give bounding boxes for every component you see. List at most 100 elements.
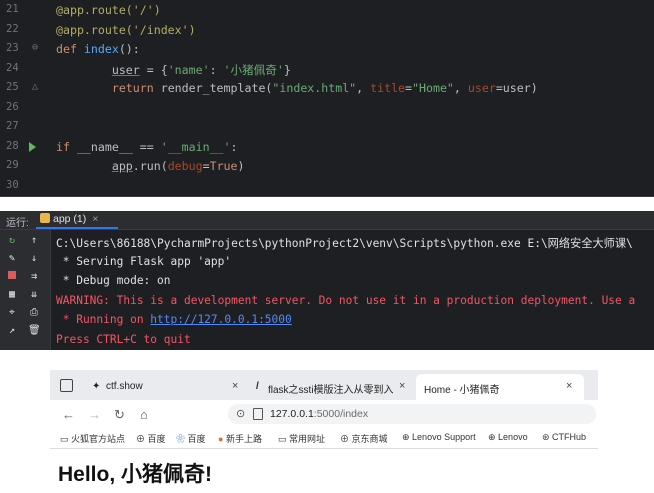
layout-icon[interactable]: ▦ (6, 289, 18, 301)
close-tab-icon[interactable]: × (232, 380, 238, 392)
code-line[interactable]: 27 (0, 118, 654, 138)
bookmark-item[interactable]: ⊕ Lenovo (488, 432, 528, 443)
bookmarks-bar: ▭ 火狐官方站点 ⊕ 百度 ❀ 百度 ● 新手上路 ▭ 常用网址 ⊕ 京东商城 … (50, 428, 598, 449)
console-text: WARNING: This is a development server. D… (56, 293, 636, 307)
console-line: * Debug mode: on (56, 274, 171, 287)
code-editor[interactable]: 21 @app.route('/') 22 @app.route('/index') 2… (0, 0, 654, 197)
bookmark-item[interactable]: ⊕ 百度 (136, 432, 166, 445)
code-text: user = {'name': '小猪佩奇'} (56, 62, 291, 78)
code-token: = (405, 81, 413, 95)
rerun-icon[interactable]: ↻ (6, 235, 18, 247)
code-token: 'name' (167, 62, 210, 77)
close-tab-icon[interactable]: × (566, 380, 572, 392)
ctfshow-favicon-icon: ✦ (92, 381, 101, 392)
code-line[interactable]: 28 if __name__ == '__main__': (0, 138, 654, 158)
code-token: index (83, 42, 119, 56)
scroll-down-icon[interactable]: ↓ (28, 253, 40, 265)
print-icon[interactable]: ⎙ (28, 307, 40, 319)
run-tab-close-icon[interactable]: × (92, 213, 98, 225)
line-number: 23 (6, 42, 19, 54)
browser-tab-flask-ssti[interactable]: / flask之ssti模版注入从零到入门 × (250, 374, 410, 400)
bookmark-item[interactable]: ⊛ CTFHub (542, 432, 586, 443)
line-number: 24 (6, 61, 19, 74)
code-token: return (111, 81, 161, 95)
page-heading: Hello, 小猪佩奇! (58, 463, 213, 486)
home-icon[interactable]: ⌂ (140, 407, 148, 422)
url-text[interactable]: 127.0.0.1:5000/index (270, 408, 368, 420)
code-token: "index.html" (272, 81, 357, 95)
code-token: if (56, 139, 77, 154)
code-line[interactable]: 26 (0, 99, 654, 119)
code-text: app.run(debug=True) (56, 159, 245, 173)
run-tab-app[interactable]: app (1) × (40, 213, 98, 225)
server-url-link[interactable]: http://127.0.0.1:5000 (150, 313, 291, 326)
page-content: Hello, 小猪佩奇! (50, 449, 598, 493)
code-token: .run( (132, 159, 168, 173)
code-token: user (467, 81, 496, 95)
tab-title: flask之ssti模版注入从零到入门 (268, 385, 394, 396)
code-token: '小猪佩奇' (223, 62, 284, 77)
reload-icon[interactable]: ↻ (114, 407, 125, 423)
line-number: 30 (6, 178, 19, 191)
code-token: app (111, 159, 133, 173)
code-token: : (230, 139, 238, 154)
editor-divider (0, 196, 654, 197)
trash-icon[interactable]: 🗑 (28, 325, 41, 337)
code-token: = (202, 159, 210, 173)
pin-icon[interactable]: ⌖ (6, 307, 18, 319)
code-text: @app.route('/') (56, 3, 161, 17)
code-token: : (209, 62, 224, 77)
soft-wrap-icon[interactable]: ⇉ (28, 271, 40, 283)
code-token: user (111, 62, 140, 77)
stop-icon[interactable] (6, 271, 18, 283)
code-token: '__main__' (160, 139, 231, 154)
code-token: def (56, 42, 84, 56)
url-host: 127.0.0.1 (270, 408, 314, 420)
bookmark-item[interactable]: ▭ 火狐官方站点 (60, 432, 125, 445)
wrench-icon[interactable]: ✎ (6, 253, 18, 265)
code-token: } (283, 62, 291, 77)
close-tab-icon[interactable]: × (399, 380, 405, 392)
line-number: 22 (6, 22, 19, 35)
code-line[interactable]: 23 ⊖ def index(): (0, 40, 654, 60)
pin-tab-icon[interactable]: ↗ (6, 325, 18, 337)
code-token: __name__ == (76, 139, 161, 154)
back-icon[interactable]: ← (62, 407, 75, 422)
code-text: def index(): (56, 42, 140, 56)
bookmark-item[interactable]: ❀ 百度 (176, 432, 206, 445)
console-text: * Serving Flask app 'app' (56, 254, 232, 268)
run-panel-header: 运行: app (1) × (0, 211, 654, 230)
code-text: if __name__ == '__main__': (56, 140, 238, 154)
browser-tab-home[interactable]: Home - 小猪佩奇 × (416, 374, 584, 400)
browser-tab-ctfshow[interactable]: ✦ ctf.show × (86, 374, 244, 400)
run-gutter-icon[interactable] (29, 141, 36, 152)
bookmark-label: Lenovo (498, 432, 528, 442)
bookmark-item[interactable]: ⊕ Lenovo Support (402, 432, 476, 443)
code-line[interactable]: 22 @app.route('/index') (0, 21, 654, 41)
bookmark-item[interactable]: ● 新手上路 (218, 432, 262, 445)
site-info-icon[interactable]: ⊙ (236, 407, 245, 420)
line-number: 21 (6, 3, 19, 15)
bookmark-item[interactable]: ⊕ 京东商城 (340, 432, 388, 445)
scroll-up-icon[interactable]: ↑ (28, 235, 40, 247)
tab-title: ctf.show (106, 381, 143, 392)
forward-icon[interactable]: → (88, 407, 101, 422)
fold-icon[interactable]: △ (28, 81, 42, 92)
line-number: 29 (6, 159, 19, 171)
code-line[interactable]: 30 (0, 177, 654, 197)
tab-overview-icon[interactable] (60, 379, 73, 392)
code-line[interactable]: 24 user = {'name': '小猪佩奇'} (0, 60, 654, 80)
console-scrollbar[interactable] (640, 230, 654, 350)
code-line[interactable]: 25 △ return render_template("index.html",… (0, 79, 654, 99)
address-bar[interactable]: ⊙ 127.0.0.1:5000/index (228, 404, 596, 424)
fold-icon[interactable]: ⊖ (28, 42, 42, 53)
console-line: Press CTRL+C to quit (56, 333, 191, 346)
code-line[interactable]: 21 @app.route('/') (0, 1, 654, 21)
code-line[interactable]: 29 app.run(debug=True) (0, 157, 654, 177)
line-number: 27 (6, 120, 19, 132)
code-token: (): (118, 42, 140, 56)
bookmark-item[interactable]: ▭ 常用网址 (278, 432, 325, 445)
scroll-to-end-icon[interactable]: ⇊ (28, 289, 40, 301)
